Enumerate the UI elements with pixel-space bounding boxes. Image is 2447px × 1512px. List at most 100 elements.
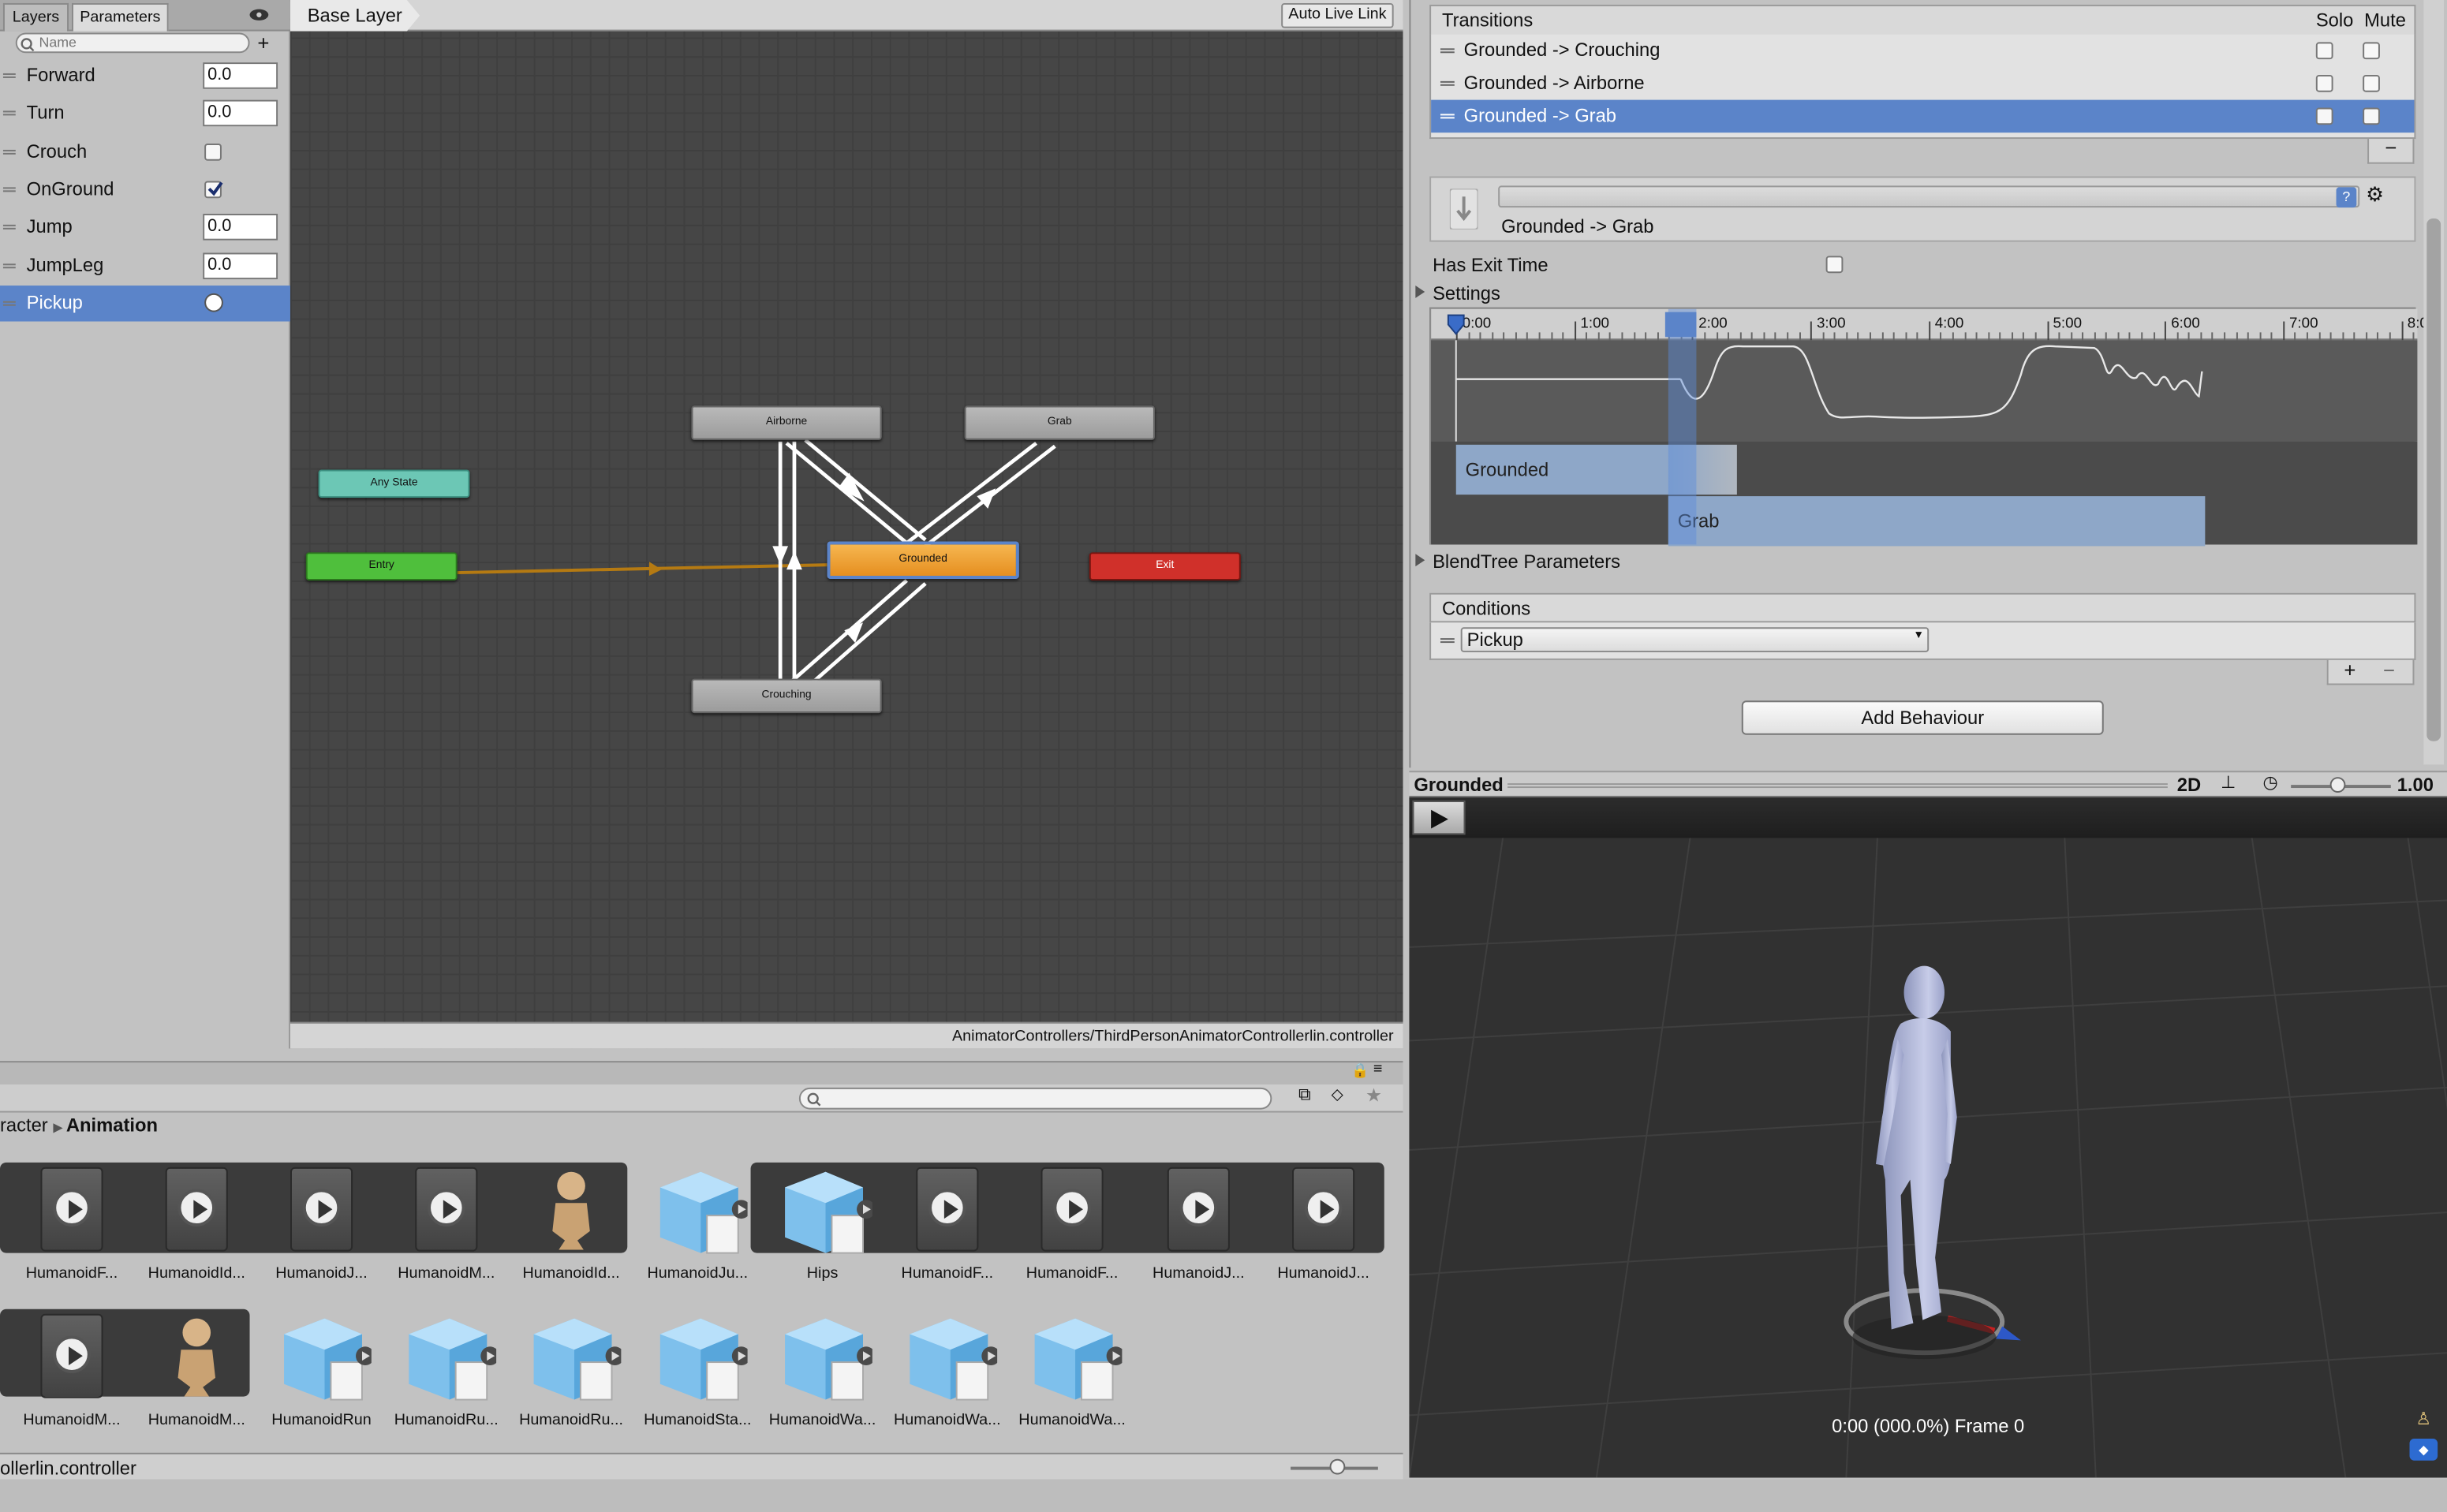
- asset-item[interactable]: HumanoidWa...: [885, 1303, 1010, 1429]
- parameter-checkbox[interactable]: [204, 143, 222, 160]
- asset-item[interactable]: HumanoidM...: [384, 1156, 509, 1282]
- filter-type-icon[interactable]: ⧉: [1298, 1086, 1311, 1107]
- help-icon[interactable]: ?: [2336, 187, 2357, 208]
- asset-item[interactable]: HumanoidM...: [134, 1303, 259, 1429]
- drag-grip-icon[interactable]: [2, 149, 16, 155]
- settings-foldout-icon[interactable]: [1415, 286, 1425, 298]
- drag-grip-icon[interactable]: [2, 73, 16, 78]
- breadcrumb-parent[interactable]: racter: [0, 1114, 48, 1137]
- parameter-value-field[interactable]: 0.0: [203, 214, 278, 241]
- transition-timeline[interactable]: 0:00 1:00 2:00 3:00 4:00 5:00 6:00 7:00 8:0 Grou…: [1429, 307, 2428, 547]
- thumbnail-size-knob[interactable]: [1329, 1458, 1346, 1475]
- drag-grip-icon[interactable]: [1440, 114, 1455, 119]
- preview-mode-2d[interactable]: 2D: [2177, 774, 2201, 796]
- parameter-row-turn[interactable]: Turn 0.0: [0, 95, 290, 132]
- gear-icon[interactable]: ⚙: [2366, 182, 2384, 207]
- inspector-scrollbar[interactable]: [2423, 0, 2445, 765]
- parameter-row-onground[interactable]: OnGround: [0, 171, 290, 207]
- menu-icon[interactable]: ≡: [1373, 1061, 1383, 1078]
- avatar-icon[interactable]: ♙: [2415, 1409, 2431, 1429]
- state-exit[interactable]: Exit: [1089, 552, 1241, 581]
- preview-drag-handle[interactable]: [1507, 783, 2168, 789]
- state-grab[interactable]: Grab: [964, 405, 1155, 440]
- asset-item[interactable]: HumanoidJu...: [635, 1156, 760, 1282]
- parameter-checkbox[interactable]: [204, 181, 223, 199]
- condition-parameter-dropdown[interactable]: Pickup: [1460, 627, 1930, 652]
- favorite-star-icon[interactable]: ★: [1365, 1085, 1382, 1107]
- speed-icon[interactable]: ◷: [2263, 772, 2278, 793]
- speed-slider-knob[interactable]: [2329, 777, 2346, 793]
- asset-item[interactable]: HumanoidWa...: [760, 1303, 884, 1429]
- add-condition-button[interactable]: +: [2344, 659, 2355, 682]
- transition-row[interactable]: Grounded -> Grab: [1431, 99, 2415, 133]
- parameter-row-forward[interactable]: Forward 0.0: [0, 58, 290, 94]
- asset-item[interactable]: HumanoidId...: [134, 1156, 259, 1282]
- scrollbar-thumb[interactable]: [2426, 218, 2441, 741]
- play-button[interactable]: [1412, 800, 1466, 835]
- eye-icon[interactable]: [248, 8, 271, 22]
- preview-viewport[interactable]: 0:00 (000.0%) Frame 0 ♙ ⬥: [1409, 797, 2447, 1478]
- state-entry[interactable]: Entry: [305, 552, 458, 581]
- animator-graph[interactable]: Base Layer Auto Live Link Airborne Grab …: [290, 0, 1403, 1049]
- parameter-row-pickup[interactable]: Pickup: [0, 285, 290, 322]
- drag-grip-icon[interactable]: [2, 111, 16, 116]
- asset-item[interactable]: HumanoidJ...: [1261, 1156, 1385, 1282]
- timeline-bar-to[interactable]: Grab: [1668, 496, 2206, 547]
- mute-checkbox[interactable]: [2363, 107, 2380, 125]
- settings-foldout[interactable]: Settings: [1433, 282, 1500, 304]
- asset-item[interactable]: HumanoidSta...: [635, 1303, 760, 1429]
- drag-grip-icon[interactable]: [2, 225, 16, 230]
- tab-layers[interactable]: Layers: [2, 2, 69, 32]
- remove-condition-button[interactable]: −: [2383, 659, 2395, 682]
- trigger-radio[interactable]: [204, 293, 223, 312]
- asset-item[interactable]: HumanoidF...: [885, 1156, 1010, 1282]
- filter-label-icon[interactable]: ⬦: [1332, 1086, 1343, 1107]
- state-grounded[interactable]: Grounded: [827, 541, 1019, 579]
- parameter-value-field[interactable]: 0.0: [203, 252, 278, 279]
- parameter-row-crouch[interactable]: Crouch: [0, 133, 290, 170]
- asset-item[interactable]: HumanoidM...: [9, 1303, 134, 1429]
- state-crouching[interactable]: Crouching: [691, 678, 882, 714]
- project-search-input[interactable]: [798, 1087, 1272, 1110]
- asset-item[interactable]: HumanoidRu...: [509, 1303, 633, 1429]
- blendtree-parameters-foldout[interactable]: BlendTree Parameters: [1433, 551, 1620, 573]
- drag-grip-icon[interactable]: [2, 187, 16, 192]
- asset-item[interactable]: HumanoidRun: [259, 1303, 383, 1429]
- asset-item[interactable]: HumanoidId...: [509, 1156, 633, 1282]
- transition-row[interactable]: Grounded -> Crouching: [1431, 35, 2414, 68]
- state-any-state[interactable]: Any State: [318, 469, 470, 498]
- drag-grip-icon[interactable]: [1440, 80, 1455, 86]
- mute-checkbox[interactable]: [2363, 74, 2380, 92]
- has-exit-time-checkbox[interactable]: [1825, 256, 1844, 274]
- solo-checkbox[interactable]: [2315, 42, 2333, 60]
- blendtree-foldout-icon[interactable]: [1415, 554, 1425, 567]
- tab-parameters[interactable]: Parameters: [72, 2, 169, 32]
- solo-checkbox[interactable]: [2315, 74, 2333, 92]
- parameter-row-jumpleg[interactable]: JumpLeg 0.0: [0, 248, 290, 284]
- asset-item[interactable]: HumanoidF...: [1010, 1156, 1134, 1282]
- condition-grip-icon[interactable]: [1440, 638, 1455, 644]
- asset-item[interactable]: HumanoidF...: [9, 1156, 134, 1282]
- transition-row[interactable]: Grounded -> Airborne: [1431, 67, 2414, 100]
- breadcrumb-current[interactable]: Animation: [66, 1114, 158, 1137]
- transition-name-field[interactable]: [1498, 185, 2360, 208]
- solo-checkbox[interactable]: [2315, 107, 2333, 125]
- asset-item[interactable]: HumanoidRu...: [384, 1303, 509, 1429]
- asset-item[interactable]: HumanoidWa...: [1010, 1303, 1134, 1429]
- drag-grip-icon[interactable]: [1440, 48, 1455, 54]
- pivot-icon[interactable]: ⊥: [2221, 772, 2236, 793]
- add-parameter-button[interactable]: +: [257, 33, 269, 54]
- lock-icon[interactable]: 🔒: [1351, 1062, 1369, 1080]
- transition-handle[interactable]: [1664, 312, 1697, 338]
- parameter-value-field[interactable]: 0.0: [203, 62, 278, 89]
- transition-blend-region[interactable]: [1668, 308, 1697, 545]
- parameter-search-input[interactable]: Name: [15, 32, 250, 54]
- asset-item[interactable]: Hips: [760, 1156, 884, 1282]
- state-airborne[interactable]: Airborne: [691, 405, 882, 440]
- parameter-value-field[interactable]: 0.0: [203, 100, 278, 127]
- parameter-row-jump[interactable]: Jump 0.0: [0, 209, 290, 245]
- mute-checkbox[interactable]: [2363, 42, 2380, 60]
- remove-transition-button[interactable]: −: [2367, 137, 2415, 164]
- drag-grip-icon[interactable]: [2, 301, 16, 306]
- asset-item[interactable]: HumanoidJ...: [1136, 1156, 1261, 1282]
